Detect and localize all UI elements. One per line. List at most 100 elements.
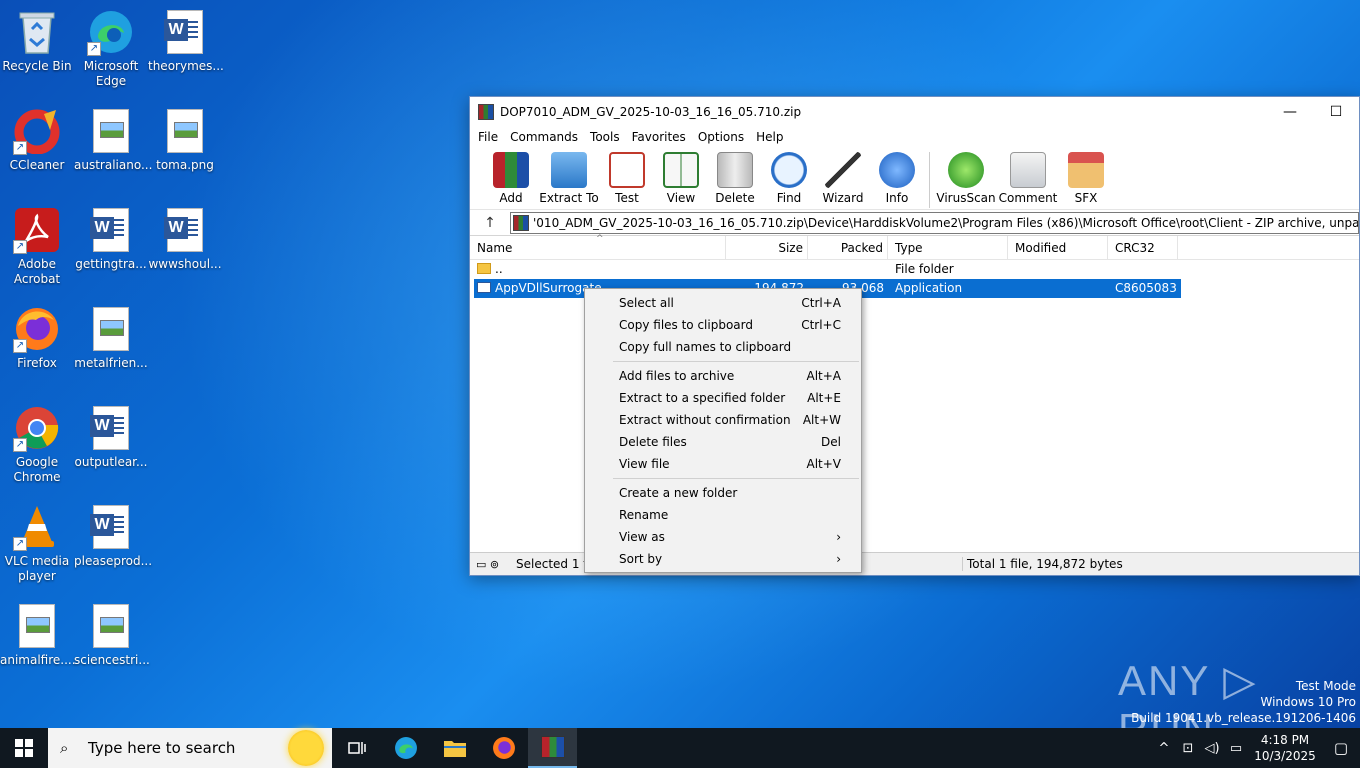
find-button[interactable]: Find: [762, 152, 816, 205]
add-button[interactable]: Add: [484, 152, 538, 205]
column-type[interactable]: Type: [888, 235, 1008, 260]
desktop-icon-firefox[interactable]: ↗ Firefox: [0, 305, 74, 371]
desktop-icon-animalfire[interactable]: animalfire....: [0, 602, 76, 668]
menu-item-create-folder[interactable]: Create a new folder: [585, 482, 861, 504]
menu-favorites[interactable]: Favorites: [626, 130, 692, 144]
menu-file[interactable]: File: [472, 130, 504, 144]
clock-time: 4:18 PM: [1260, 733, 1310, 747]
wizard-button[interactable]: Wizard: [816, 152, 870, 205]
maximize-button[interactable]: ☐: [1313, 97, 1359, 126]
volume-icon[interactable]: ◁): [1200, 741, 1224, 756]
menu-item-shortcut: Ctrl+C: [801, 318, 841, 332]
desktop-icon-metalfrien[interactable]: metalfrien...: [74, 305, 148, 371]
menu-item-rename[interactable]: Rename: [585, 504, 861, 526]
menu-commands[interactable]: Commands: [504, 130, 584, 144]
title-bar[interactable]: DOP7010_ADM_GV_2025-10-03_16_16_05.710.z…: [470, 97, 1359, 126]
virus-scan-icon: [948, 152, 984, 188]
desktop-icon-ccleaner[interactable]: ↗ CCleaner: [0, 107, 74, 173]
menu-item-select-all[interactable]: Select all Ctrl+A: [585, 292, 861, 314]
row-packed: [808, 260, 888, 279]
menu-item-copy-full-names[interactable]: Copy full names to clipboard: [585, 336, 861, 358]
taskbar-firefox[interactable]: [479, 728, 528, 768]
desktop-icon-label: Firefox: [17, 356, 57, 370]
taskbar: ⌕ Type here to search ^ ⊡ ◁) ▭ 4:18 PM 1…: [0, 728, 1360, 768]
image-file-icon: [87, 107, 135, 155]
column-packed[interactable]: Packed: [808, 235, 888, 260]
desktop-icon-chrome[interactable]: ↗ Google Chrome: [0, 404, 74, 485]
shortcut-arrow-icon: ↗: [87, 42, 101, 56]
test-button[interactable]: Test: [600, 152, 654, 205]
menu-item-extract-without-confirmation[interactable]: Extract without confirmation Alt+W: [585, 409, 861, 431]
notification-icon[interactable]: ▢: [1322, 739, 1360, 757]
desktop-icon-recycle-bin[interactable]: Recycle Bin: [0, 8, 74, 74]
firefox-icon: ↗: [13, 305, 61, 353]
desktop-icon-theorymes[interactable]: W theorymes...: [148, 8, 224, 74]
info-button[interactable]: Info: [870, 152, 924, 205]
desktop-icon-wwwshoul[interactable]: W wwwshoul...: [148, 206, 222, 272]
status-total: Total 1 file, 194,872 bytes: [962, 557, 1123, 571]
path-field[interactable]: '010_ADM_GV_2025-10-03_16_16_05.710.zip\…: [510, 211, 1359, 234]
menu-item-shortcut: Ctrl+A: [801, 296, 841, 310]
taskbar-winrar[interactable]: [528, 728, 577, 768]
column-size[interactable]: Size: [726, 235, 808, 260]
table-row-parent-folder[interactable]: .. File folder: [470, 260, 1359, 279]
desktop-icon-acrobat[interactable]: ↗ Adobe Acrobat: [0, 206, 74, 287]
menu-item-view-file[interactable]: View file Alt+V: [585, 453, 861, 475]
network-icon[interactable]: ⊡: [1176, 741, 1200, 756]
extract-to-button[interactable]: Extract To: [538, 152, 600, 205]
menu-item-shortcut: Alt+A: [806, 369, 841, 383]
chevron-up-icon[interactable]: ^: [1152, 741, 1176, 756]
menu-item-add-files[interactable]: Add files to archive Alt+A: [585, 365, 861, 387]
comment-button[interactable]: Comment: [997, 152, 1059, 205]
desktop-icon-sciencestri[interactable]: sciencestri...: [74, 602, 150, 668]
desktop-icon-vlc[interactable]: ↗ VLC media player: [0, 503, 74, 584]
sort-ascending-icon: ^: [596, 234, 604, 244]
menu-item-sort-by[interactable]: Sort by ›: [585, 548, 861, 570]
desktop-icon-label: wwwshoul...: [148, 257, 222, 271]
desktop-icon-outputlear[interactable]: W outputlear...: [74, 404, 148, 470]
desktop-icon-australiano[interactable]: australiano...: [74, 107, 152, 173]
display-icon[interactable]: ▭: [1224, 741, 1248, 756]
start-button[interactable]: [0, 728, 48, 768]
menu-tools[interactable]: Tools: [584, 130, 626, 144]
test-mode-line: Test Mode: [1295, 679, 1356, 693]
firefox-icon: [492, 737, 515, 759]
menu-item-copy-files[interactable]: Copy files to clipboard Ctrl+C: [585, 314, 861, 336]
menu-item-delete-files[interactable]: Delete files Del: [585, 431, 861, 453]
desktop-icon-toma[interactable]: toma.png: [148, 107, 222, 173]
drive-status-icon[interactable]: ▭ ⊚: [470, 558, 510, 571]
menu-options[interactable]: Options: [692, 130, 750, 144]
submenu-arrow-icon: ›: [836, 530, 841, 544]
minimize-button[interactable]: —: [1267, 97, 1313, 126]
delete-button[interactable]: Delete: [708, 152, 762, 205]
search-placeholder: Type here to search: [88, 739, 236, 757]
file-list-header: ^ Name Size Packed Type Modified CRC32: [470, 234, 1359, 260]
menu-item-extract-to-folder[interactable]: Extract to a specified folder Alt+E: [585, 387, 861, 409]
delete-label: Delete: [715, 191, 755, 205]
trash-can-icon: [717, 152, 753, 188]
view-button[interactable]: View: [654, 152, 708, 205]
column-modified[interactable]: Modified: [1008, 235, 1108, 260]
desktop-icon-edge[interactable]: ↗ Microsoft Edge: [74, 8, 148, 89]
view-book-icon: [663, 152, 699, 188]
desktop-icon-gettingtra[interactable]: W gettingtra...: [74, 206, 148, 272]
desktop-icon-label: gettingtra...: [75, 257, 147, 271]
menu-item-label: Select all: [619, 296, 674, 310]
vlc-icon: ↗: [13, 503, 61, 551]
taskbar-file-explorer[interactable]: [430, 728, 479, 768]
virusscan-button[interactable]: VirusScan: [935, 152, 997, 205]
desktop-icon-pleaseprod[interactable]: W pleaseprod...: [74, 503, 152, 569]
sfx-button[interactable]: SFX: [1059, 152, 1113, 205]
folder-icon: [443, 741, 466, 757]
clock[interactable]: 4:18 PM 10/3/2025: [1248, 732, 1322, 764]
test-clipboard-icon: [609, 152, 645, 188]
menu-help[interactable]: Help: [750, 130, 789, 144]
menu-item-view-as[interactable]: View as ›: [585, 526, 861, 548]
up-arrow-icon[interactable]: ↑: [470, 215, 510, 231]
info-label: Info: [885, 191, 909, 205]
taskbar-search-box[interactable]: ⌕ Type here to search: [48, 728, 332, 768]
desktop-icon-label: VLC media player: [4, 554, 70, 583]
column-crc32[interactable]: CRC32: [1108, 235, 1178, 260]
task-view-button[interactable]: [332, 728, 381, 768]
taskbar-edge[interactable]: [381, 728, 430, 768]
